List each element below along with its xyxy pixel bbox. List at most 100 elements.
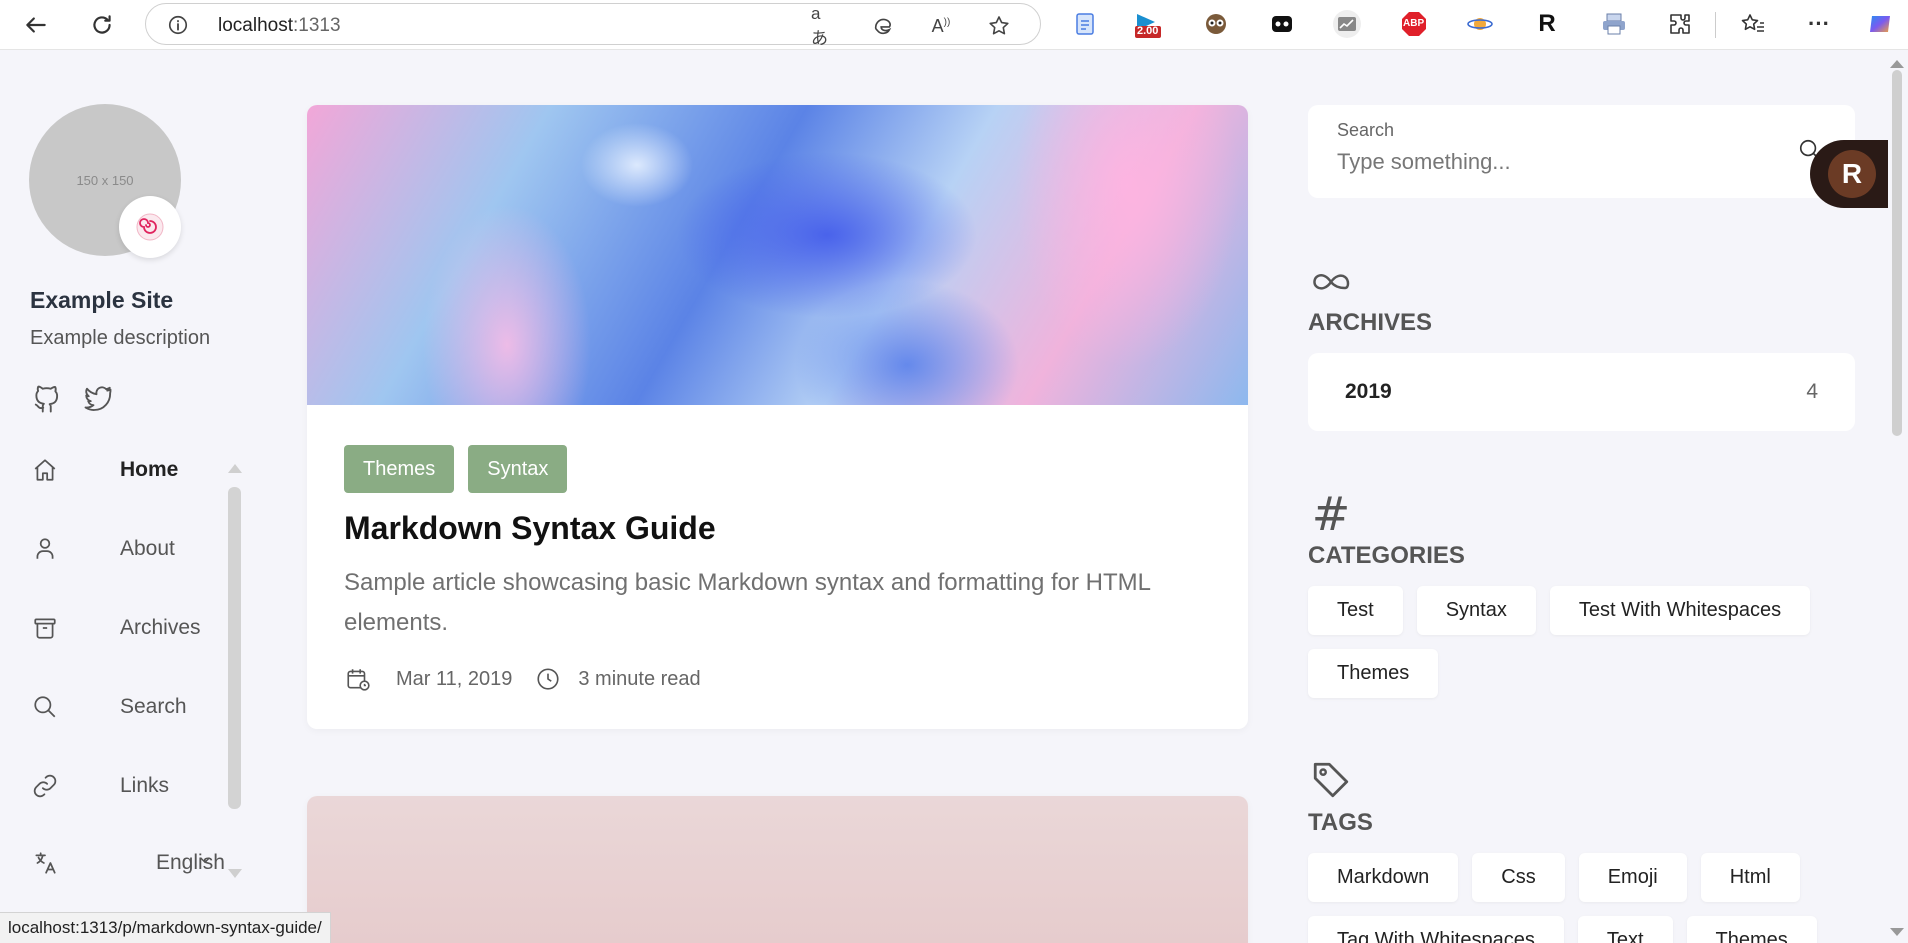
translate-icon[interactable]: aあ xyxy=(811,4,837,48)
browser-toolbar: localhost:1313 aあ A)) 2.00 ABP R ··· xyxy=(0,0,1908,50)
sidebar-item-home[interactable]: Home xyxy=(30,450,230,490)
back-button[interactable] xyxy=(19,8,53,42)
site-info-icon[interactable] xyxy=(166,13,190,37)
tag-chip[interactable]: Text xyxy=(1577,916,1673,943)
article-card[interactable] xyxy=(307,796,1248,943)
tags-list: Markdown Css Emoji Html Tag With Whitesp… xyxy=(1308,853,1868,943)
tags-title: TAGS xyxy=(1308,809,1373,836)
refresh-button[interactable] xyxy=(85,8,119,42)
link-status-bar: localhost:1313/p/markdown-syntax-guide/ xyxy=(0,912,331,943)
tag-chip[interactable]: Css xyxy=(1472,853,1565,902)
bear-icon[interactable] xyxy=(1268,10,1296,38)
home-icon xyxy=(30,455,60,485)
toolbar-divider xyxy=(1715,12,1716,38)
r-extension-icon[interactable]: R xyxy=(1533,10,1561,38)
sidebar-item-label: About xyxy=(120,537,175,560)
archives-title: ARCHIVES xyxy=(1308,309,1433,336)
search-input[interactable] xyxy=(1337,149,1757,175)
r-extension-label: R xyxy=(1538,10,1556,37)
chevron-down-icon xyxy=(196,851,214,874)
tag-chip[interactable]: Html xyxy=(1700,853,1800,902)
tag-chip[interactable]: Tag With Whitespaces xyxy=(1308,916,1564,943)
owl-icon[interactable] xyxy=(1202,10,1230,38)
site-name[interactable]: Example Site xyxy=(30,287,173,314)
search-icon xyxy=(30,692,60,722)
adblock-label: ABP xyxy=(1403,18,1425,29)
sidebar-item-label: Search xyxy=(120,695,187,718)
category-chip[interactable]: Test xyxy=(1308,586,1403,635)
graph-icon[interactable] xyxy=(1333,10,1361,38)
address-url[interactable]: localhost:1313 xyxy=(218,15,341,37)
favorites-icon[interactable] xyxy=(1739,10,1767,38)
sidebar-item-links[interactable]: Links xyxy=(30,766,230,806)
sidebar-item-search[interactable]: Search xyxy=(30,687,230,727)
article-card[interactable]: Themes Syntax Markdown Syntax Guide Samp… xyxy=(307,105,1248,729)
sidebar-item-label: Archives xyxy=(120,616,201,639)
categories-list: Test Syntax Test With Whitespaces Themes xyxy=(1308,586,1868,698)
language-selector[interactable]: English xyxy=(30,843,230,883)
menu-scrollbar[interactable] xyxy=(228,487,241,809)
article-cover-image[interactable] xyxy=(307,796,1248,943)
address-bar[interactable]: localhost:1313 aあ A)) xyxy=(145,3,1041,48)
article-tag[interactable]: Themes xyxy=(344,445,455,493)
printer-icon[interactable] xyxy=(1600,10,1628,38)
planet-icon[interactable] xyxy=(1466,10,1494,38)
category-chip[interactable]: Syntax xyxy=(1416,586,1536,635)
search-widget: Search xyxy=(1308,105,1855,198)
archive-count: 4 xyxy=(1806,380,1818,403)
twitter-link[interactable] xyxy=(81,382,115,416)
more-menu-icon[interactable]: ··· xyxy=(1805,10,1833,38)
article-read-time: 3 minute read xyxy=(578,667,701,690)
hashtag-icon: # xyxy=(1311,487,1351,541)
article-description: Sample article showcasing basic Markdown… xyxy=(344,569,1151,636)
tag-chip[interactable]: Themes xyxy=(1686,916,1817,943)
edge-icon[interactable] xyxy=(870,13,896,39)
infinity-icon xyxy=(1308,259,1354,305)
category-chip[interactable]: Test With Whitespaces xyxy=(1549,586,1811,635)
sidebar-item-label: Home xyxy=(120,458,179,481)
category-chip[interactable]: Themes xyxy=(1308,649,1439,698)
page-scroll-down-icon[interactable] xyxy=(1890,928,1904,936)
docs-icon[interactable] xyxy=(1071,10,1099,38)
menu-scroll-down-icon[interactable] xyxy=(228,869,242,878)
page-scroll-up-icon[interactable] xyxy=(1890,60,1904,68)
article-title[interactable]: Markdown Syntax Guide xyxy=(344,510,1211,547)
calendar-icon xyxy=(344,665,372,693)
refresh-icon xyxy=(93,15,111,34)
article-date: Mar 11, 2019 xyxy=(396,667,513,690)
sidebar-item-archives[interactable]: Archives xyxy=(30,608,230,648)
clock-icon xyxy=(534,665,562,693)
flag-counter-badge: 2.00 xyxy=(1137,25,1159,37)
archive-year-row[interactable]: 2019 4 xyxy=(1308,353,1855,431)
flag-counter-icon[interactable]: 2.00 xyxy=(1133,10,1161,38)
r-logo-icon: R xyxy=(1828,150,1876,198)
article-tag[interactable]: Syntax xyxy=(468,445,568,493)
copilot-icon[interactable] xyxy=(1866,10,1894,38)
puzzle-icon[interactable] xyxy=(1666,10,1694,38)
translate-icon xyxy=(30,848,60,878)
fish-cake-icon xyxy=(136,213,164,241)
user-icon xyxy=(30,534,60,564)
search-label: Search xyxy=(1337,120,1395,140)
back-arrow-icon xyxy=(26,17,46,33)
url-host: localhost xyxy=(218,15,293,36)
tag-chip[interactable]: Markdown xyxy=(1308,853,1459,902)
favorite-star-icon[interactable] xyxy=(986,13,1012,39)
menu-scroll-up-icon[interactable] xyxy=(228,464,242,473)
article-cover-image[interactable] xyxy=(307,105,1248,405)
sidebar-item-label: Links xyxy=(120,774,170,797)
link-icon xyxy=(30,771,60,801)
read-aloud-icon[interactable]: A)) xyxy=(928,13,954,39)
avatar-emoji-badge xyxy=(119,196,181,258)
tag-chip[interactable]: Emoji xyxy=(1578,853,1687,902)
language-value: English xyxy=(156,851,225,874)
archive-icon xyxy=(30,613,60,643)
sidebar-item-about[interactable]: About xyxy=(30,529,230,569)
url-port: :1313 xyxy=(293,15,341,36)
adblock-icon[interactable]: ABP xyxy=(1400,10,1428,38)
page-scrollbar-thumb[interactable] xyxy=(1892,70,1902,436)
github-link[interactable] xyxy=(30,382,64,416)
article-tags: Themes Syntax xyxy=(344,445,1211,493)
categories-title: CATEGORIES xyxy=(1308,542,1465,569)
twitter-icon xyxy=(84,386,112,411)
